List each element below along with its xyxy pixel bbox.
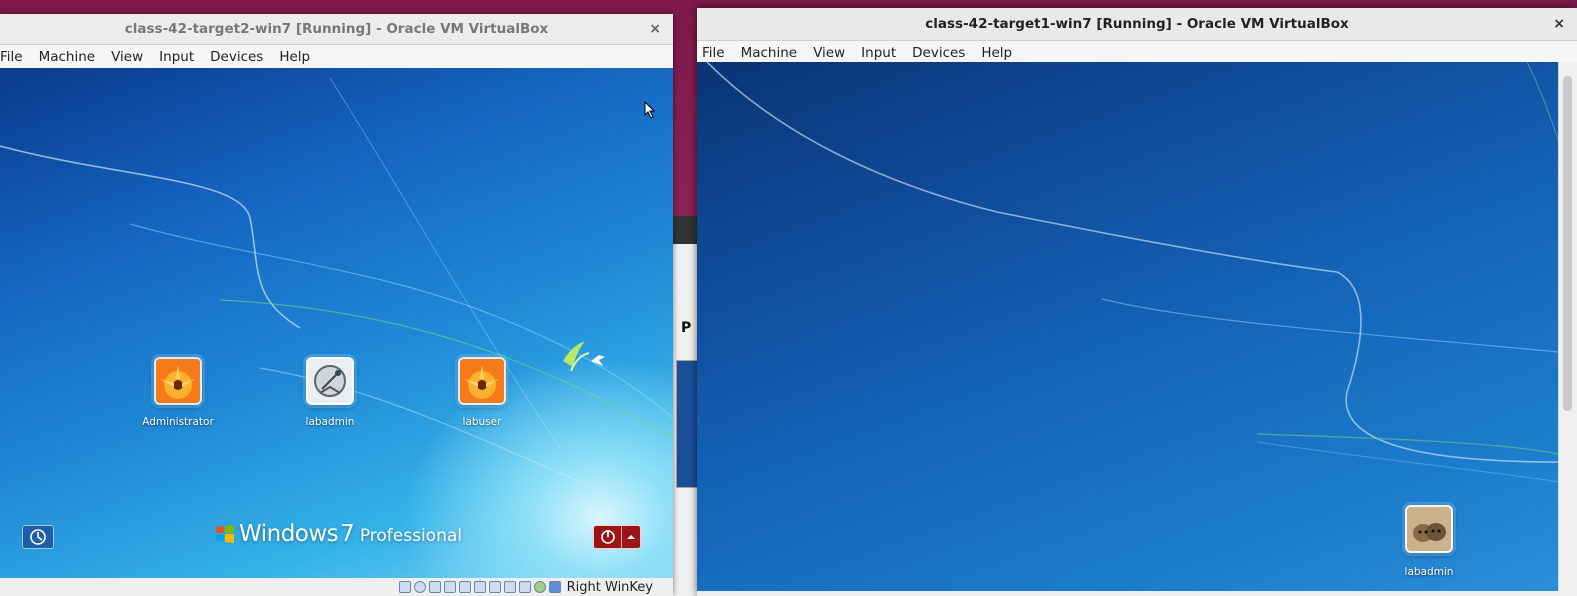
flower-icon bbox=[154, 357, 202, 405]
shutdown-button[interactable] bbox=[593, 525, 641, 549]
window-title: class-42-target1-win7 [Running] - Oracle… bbox=[925, 16, 1349, 32]
optical-drive-icon[interactable] bbox=[413, 581, 426, 593]
hard-disk-icon[interactable] bbox=[398, 581, 411, 593]
menu-input[interactable]: Input bbox=[151, 49, 202, 65]
keyboard-capture-icon[interactable] bbox=[548, 581, 561, 593]
brand-edition: Professional bbox=[359, 526, 462, 546]
close-icon[interactable]: × bbox=[649, 21, 661, 37]
user-tile-labadmin[interactable]: labadmin bbox=[285, 357, 375, 428]
windows-bird-icon bbox=[563, 341, 605, 372]
background-window: P bbox=[669, 216, 699, 596]
menu-help[interactable]: Help bbox=[271, 49, 318, 65]
chevron-up-icon[interactable] bbox=[621, 526, 640, 548]
audio-icon[interactable] bbox=[428, 581, 441, 593]
title-bar[interactable]: class-42-target1-win7 [Running] - Oracle… bbox=[697, 8, 1577, 41]
menu-machine[interactable]: Machine bbox=[733, 45, 806, 61]
network-icon[interactable] bbox=[443, 581, 456, 593]
user-name: labadmin bbox=[1404, 566, 1454, 578]
user-name: Administrator bbox=[142, 416, 214, 428]
menu-machine[interactable]: Machine bbox=[31, 49, 104, 65]
vertical-scrollbar[interactable] bbox=[1558, 62, 1577, 596]
user-tile-labuser[interactable]: labuser bbox=[437, 357, 527, 428]
ease-of-access-button[interactable] bbox=[22, 525, 54, 549]
horizontal-scrollbar[interactable] bbox=[697, 591, 1559, 596]
scrollbar-thumb[interactable] bbox=[1563, 76, 1572, 411]
title-bar[interactable]: class-42-target2-win7 [Running] - Oracle… bbox=[0, 14, 673, 45]
status-bar: Right WinKey bbox=[0, 578, 673, 596]
shared-folders-icon[interactable] bbox=[473, 581, 486, 593]
cpu-icon[interactable] bbox=[518, 581, 531, 593]
display-icon[interactable] bbox=[488, 581, 501, 593]
satellite-dish-icon bbox=[306, 357, 354, 405]
user-tile-administrator[interactable]: Administrator bbox=[133, 357, 223, 428]
windows-flag-icon bbox=[216, 525, 234, 543]
menu-devices[interactable]: Devices bbox=[202, 49, 271, 65]
menu-file[interactable]: File bbox=[697, 45, 733, 61]
menu-input[interactable]: Input bbox=[853, 45, 904, 61]
menu-devices[interactable]: Devices bbox=[904, 45, 973, 61]
vm-display[interactable]: labadmin bbox=[697, 62, 1559, 596]
vm-display[interactable]: Administrator labadmin labuser Windows 7… bbox=[0, 68, 673, 578]
user-name: labuser bbox=[462, 416, 502, 428]
flower-icon bbox=[458, 357, 506, 405]
host-key-label: Right WinKey bbox=[566, 579, 653, 595]
status-icons bbox=[398, 581, 561, 593]
wallpaper-streaks bbox=[0, 77, 673, 509]
vm-window-target1[interactable]: class-42-target1-win7 [Running] - Oracle… bbox=[697, 8, 1577, 596]
power-icon bbox=[601, 530, 615, 544]
vm-window-target2[interactable]: class-42-target2-win7 [Running] - Oracle… bbox=[0, 14, 673, 596]
user-name: labadmin bbox=[305, 416, 355, 428]
brand-windows: Windows bbox=[239, 521, 339, 547]
video-capture-icon[interactable] bbox=[503, 581, 516, 593]
window-title: class-42-target2-win7 [Running] - Oracle… bbox=[124, 21, 549, 37]
background-window-label: P bbox=[681, 320, 692, 336]
menu-view[interactable]: View bbox=[103, 49, 151, 65]
menu-bar: File Machine View Input Devices Help bbox=[0, 45, 673, 69]
mouse-integration-icon[interactable] bbox=[533, 581, 546, 593]
mouse-cursor-icon bbox=[644, 101, 656, 119]
menu-file[interactable]: File bbox=[0, 49, 31, 65]
background-window-thumbnail bbox=[676, 360, 698, 488]
kitten-icon bbox=[1405, 505, 1453, 553]
brand-version: 7 bbox=[340, 521, 355, 547]
user-tile-labadmin[interactable]: labadmin bbox=[1384, 505, 1474, 578]
menu-help[interactable]: Help bbox=[973, 45, 1020, 61]
menu-view[interactable]: View bbox=[805, 45, 853, 61]
background-window-titlebar bbox=[669, 216, 699, 244]
usb-icon[interactable] bbox=[458, 581, 471, 593]
windows-7-brand: Windows 7 Professional bbox=[215, 521, 462, 547]
ease-of-access-icon bbox=[30, 529, 46, 545]
close-icon[interactable]: × bbox=[1553, 16, 1565, 32]
